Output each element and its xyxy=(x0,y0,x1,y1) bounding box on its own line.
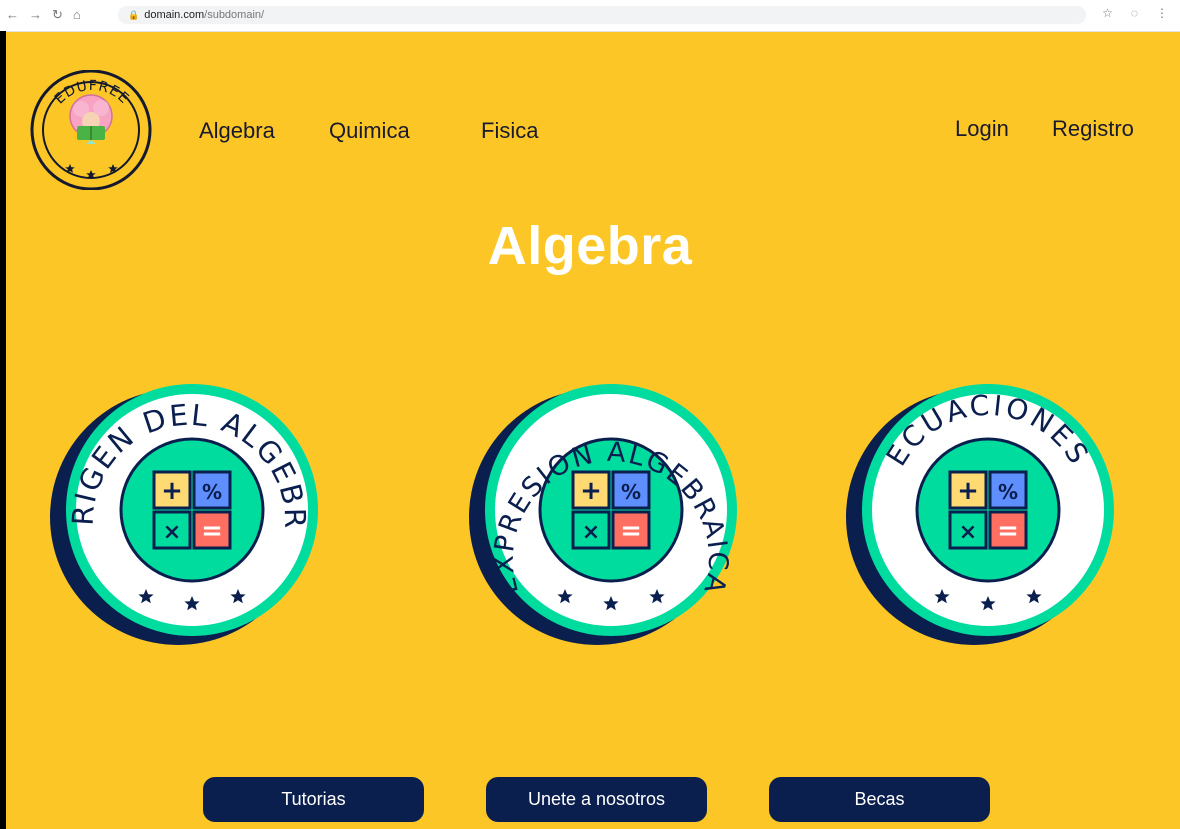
page-title: Algebra xyxy=(487,216,693,276)
svg-text:+: + xyxy=(580,476,602,506)
badge-expresion-algebraica[interactable]: EXPRESION ALGEBRAICA + % × = xyxy=(461,381,746,646)
browser-toolbar: ← → ↻ ⌂ 🔒 domain.com/subdomain/ ☆ ◌ ⋮ xyxy=(0,0,1180,32)
badge-ecuaciones[interactable]: ECUACIONES + % × = xyxy=(838,381,1123,646)
svg-text:×: × xyxy=(959,520,977,545)
badge-origen-del-algebra[interactable]: ORIGEN DEL ALGEBRA + % × = xyxy=(42,381,327,646)
lock-icon: 🔒 xyxy=(128,10,140,20)
login-link[interactable]: Login xyxy=(955,116,1009,142)
browser-actions: ☆ ◌ ⋮ xyxy=(1102,6,1168,20)
star-icon[interactable]: ☆ xyxy=(1102,6,1113,20)
nav-fisica[interactable]: Fisica xyxy=(481,118,538,144)
reload-icon[interactable]: ↻ xyxy=(52,7,63,23)
edufree-logo[interactable]: EDUFREE xyxy=(28,69,155,191)
window-edge xyxy=(0,31,6,829)
svg-text:=: = xyxy=(997,516,1019,546)
scholarships-button[interactable]: Becas xyxy=(769,777,990,822)
url-host: domain.com xyxy=(144,9,205,21)
url-path: /subdomain/ xyxy=(204,9,265,21)
svg-text:%: % xyxy=(998,480,1018,504)
svg-text:+: + xyxy=(957,476,979,506)
profile-icon[interactable]: ◌ xyxy=(1131,6,1138,20)
svg-text:×: × xyxy=(582,520,600,545)
back-icon[interactable]: ← xyxy=(6,7,19,23)
svg-text:+: + xyxy=(161,476,183,506)
menu-icon[interactable]: ⋮ xyxy=(1156,6,1168,20)
browser-nav: ← → ↻ ⌂ xyxy=(6,7,81,23)
register-link[interactable]: Registro xyxy=(1052,116,1134,142)
svg-text:=: = xyxy=(620,516,642,546)
nav-quimica[interactable]: Quimica xyxy=(329,118,410,144)
tutorials-button[interactable]: Tutorias xyxy=(203,777,424,822)
join-button[interactable]: Unete a nosotros xyxy=(486,777,707,822)
address-bar[interactable]: 🔒 domain.com/subdomain/ xyxy=(118,6,1086,24)
svg-text:×: × xyxy=(163,520,181,545)
svg-text:=: = xyxy=(201,516,223,546)
svg-text:%: % xyxy=(202,480,222,504)
svg-text:%: % xyxy=(621,480,641,504)
forward-icon[interactable]: → xyxy=(29,7,42,23)
home-icon[interactable]: ⌂ xyxy=(73,7,81,23)
nav-algebra[interactable]: Algebra xyxy=(199,118,275,144)
